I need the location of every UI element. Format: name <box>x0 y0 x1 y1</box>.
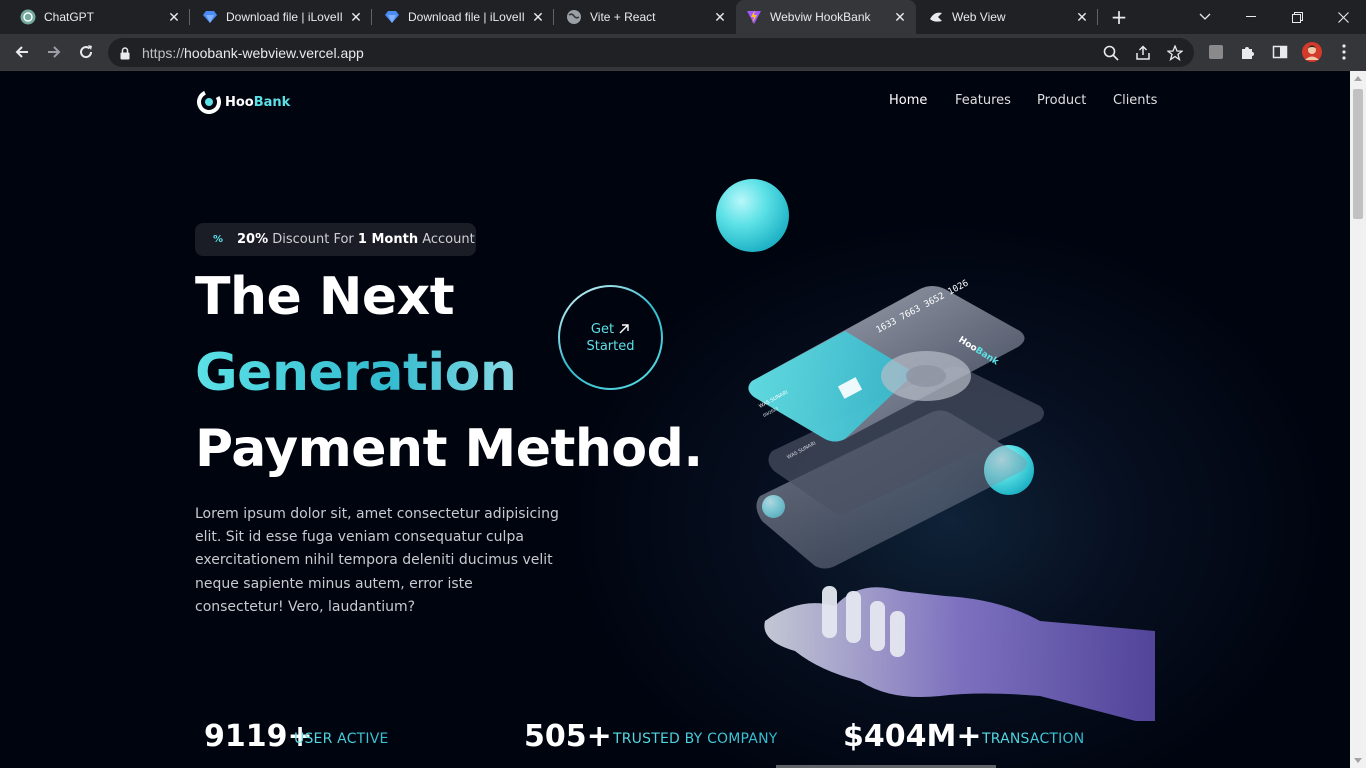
tab-close-icon[interactable]: ✕ <box>348 9 364 25</box>
logo-text: HooBank <box>225 95 290 110</box>
chatgpt-icon <box>20 9 36 25</box>
ilovepdf-icon <box>202 9 218 25</box>
tab-close-icon[interactable]: ✕ <box>166 9 182 25</box>
url-text: https://hoobank-webview.vercel.app <box>142 45 364 61</box>
arrow-up-right-icon <box>619 324 629 334</box>
extension-icon[interactable] <box>1206 42 1226 62</box>
restore-button[interactable] <box>1274 0 1320 34</box>
arrow-right-icon <box>48 46 61 58</box>
url-scheme: https:// <box>142 45 185 61</box>
tab-title: Download file | iLoveIl <box>226 10 343 24</box>
get-started-label-1: Get <box>590 321 615 337</box>
chevron-down-icon <box>1199 13 1211 20</box>
scroll-up-arrow-icon[interactable] <box>1354 76 1362 81</box>
get-started-label-2: Started <box>586 338 635 354</box>
nav-link-clients[interactable]: Clients <box>1113 93 1157 108</box>
tab-close-icon[interactable]: ✕ <box>1074 9 1090 25</box>
nav-link-features[interactable]: Features <box>955 93 1011 108</box>
scrollbar-thumb[interactable] <box>1353 89 1363 219</box>
restore-icon <box>1291 11 1303 23</box>
ilovepdf-icon <box>384 9 400 25</box>
hero-paragraph: Lorem ipsum dolor sit, amet consectetur … <box>195 506 559 615</box>
card-chip-center <box>906 365 946 387</box>
vertical-scrollbar[interactable] <box>1350 71 1366 768</box>
discount-badge: % 20% Discount For 1 Month Account <box>195 223 476 256</box>
lock-icon <box>120 45 130 64</box>
browser-tab-vite-react[interactable]: Vite + React ✕ <box>554 0 736 34</box>
address-bar[interactable]: https://hoobank-webview.vercel.app <box>108 38 1194 67</box>
scroll-down-arrow-icon[interactable] <box>1354 758 1362 763</box>
vite-icon <box>746 9 762 25</box>
tab-search-button[interactable] <box>1182 0 1228 34</box>
bookmark-star-icon[interactable] <box>1166 44 1184 62</box>
close-icon <box>1337 11 1349 23</box>
logo-text-part2: Bank <box>253 94 291 110</box>
reload-icon <box>80 45 93 59</box>
hero-heading-line-2: Generation <box>195 343 517 403</box>
close-window-button[interactable] <box>1320 0 1366 34</box>
minimize-button[interactable] <box>1228 0 1274 34</box>
stat-label-companies: TRUSTED BY COMPANY <box>613 731 778 747</box>
browser-tab-download-2[interactable]: Download file | iLoveIl ✕ <box>372 0 554 34</box>
discount-icon: % <box>212 234 224 245</box>
discount-percent: 20% <box>237 232 269 247</box>
url-host: hoobank-webview.vercel.app <box>184 45 364 61</box>
side-panel-icon[interactable] <box>1270 42 1290 62</box>
tab-title: Webviw HookBank <box>770 10 871 24</box>
stat-value-transactions: $404M+ <box>843 719 982 754</box>
browser-tab-strip: ChatGPT ✕ Download file | iLoveIl ✕ Down… <box>0 0 1366 34</box>
tab-title: Web View <box>952 10 1006 24</box>
logo-text-part1: Hoo <box>225 94 254 110</box>
reload-button[interactable] <box>72 38 100 66</box>
webview-icon <box>928 9 944 25</box>
page-viewport: HooBank Home Features Product Clients % … <box>0 71 1350 768</box>
browser-toolbar: https://hoobank-webview.vercel.app <box>0 34 1366 71</box>
hero-heading-line-1: The Next <box>195 267 455 327</box>
discount-duration: 1 Month <box>357 232 419 247</box>
browser-tab-chatgpt[interactable]: ChatGPT ✕ <box>0 0 190 34</box>
hero-illustration: 1633 7663 3652 1026 HooBank WAS SUNARI 0… <box>748 278 1155 721</box>
browser-tab-download-1[interactable]: Download file | iLoveIl ✕ <box>190 0 372 34</box>
stat-label-transactions: TRANSACTION <box>982 731 1085 747</box>
tab-title: ChatGPT <box>44 10 95 24</box>
hoobank-logo[interactable]: HooBank <box>197 90 290 114</box>
stat-value-companies: 505+ <box>524 719 612 754</box>
discount-text-1: Discount For <box>268 232 358 247</box>
tab-title: Vite + React <box>590 10 656 24</box>
arrow-left-icon <box>15 46 28 58</box>
nav-link-product[interactable]: Product <box>1037 93 1086 108</box>
back-button[interactable] <box>8 38 36 66</box>
forward-button[interactable] <box>40 38 68 66</box>
globe-icon <box>566 9 582 25</box>
new-tab-button[interactable]: + <box>1106 5 1132 29</box>
get-started-button[interactable]: Get Started <box>558 285 663 390</box>
tab-close-icon[interactable]: ✕ <box>530 9 546 25</box>
tab-title: Download file | iLoveIl <box>408 10 525 24</box>
zoom-icon[interactable] <box>1102 44 1120 62</box>
avatar[interactable] <box>1302 42 1322 62</box>
browser-tab-web-view[interactable]: Web View ✕ <box>916 0 1098 34</box>
tab-close-icon[interactable]: ✕ <box>892 9 908 25</box>
share-icon[interactable] <box>1134 44 1152 62</box>
kebab-menu-icon[interactable] <box>1334 42 1354 62</box>
tab-close-icon[interactable]: ✕ <box>712 9 728 25</box>
discount-text-2: Account <box>418 232 475 247</box>
tab-divider <box>1097 9 1098 25</box>
hero-heading-line-3: Payment Method. <box>195 419 703 479</box>
hoobank-logo-icon <box>197 90 221 114</box>
puzzle-icon[interactable] <box>1238 42 1258 62</box>
stat-label-users: USER ACTIVE <box>294 731 389 747</box>
nav-link-home[interactable]: Home <box>889 93 927 108</box>
browser-tab-hookbank[interactable]: Webviw HookBank ✕ <box>736 0 916 34</box>
minimize-icon <box>1246 16 1256 17</box>
